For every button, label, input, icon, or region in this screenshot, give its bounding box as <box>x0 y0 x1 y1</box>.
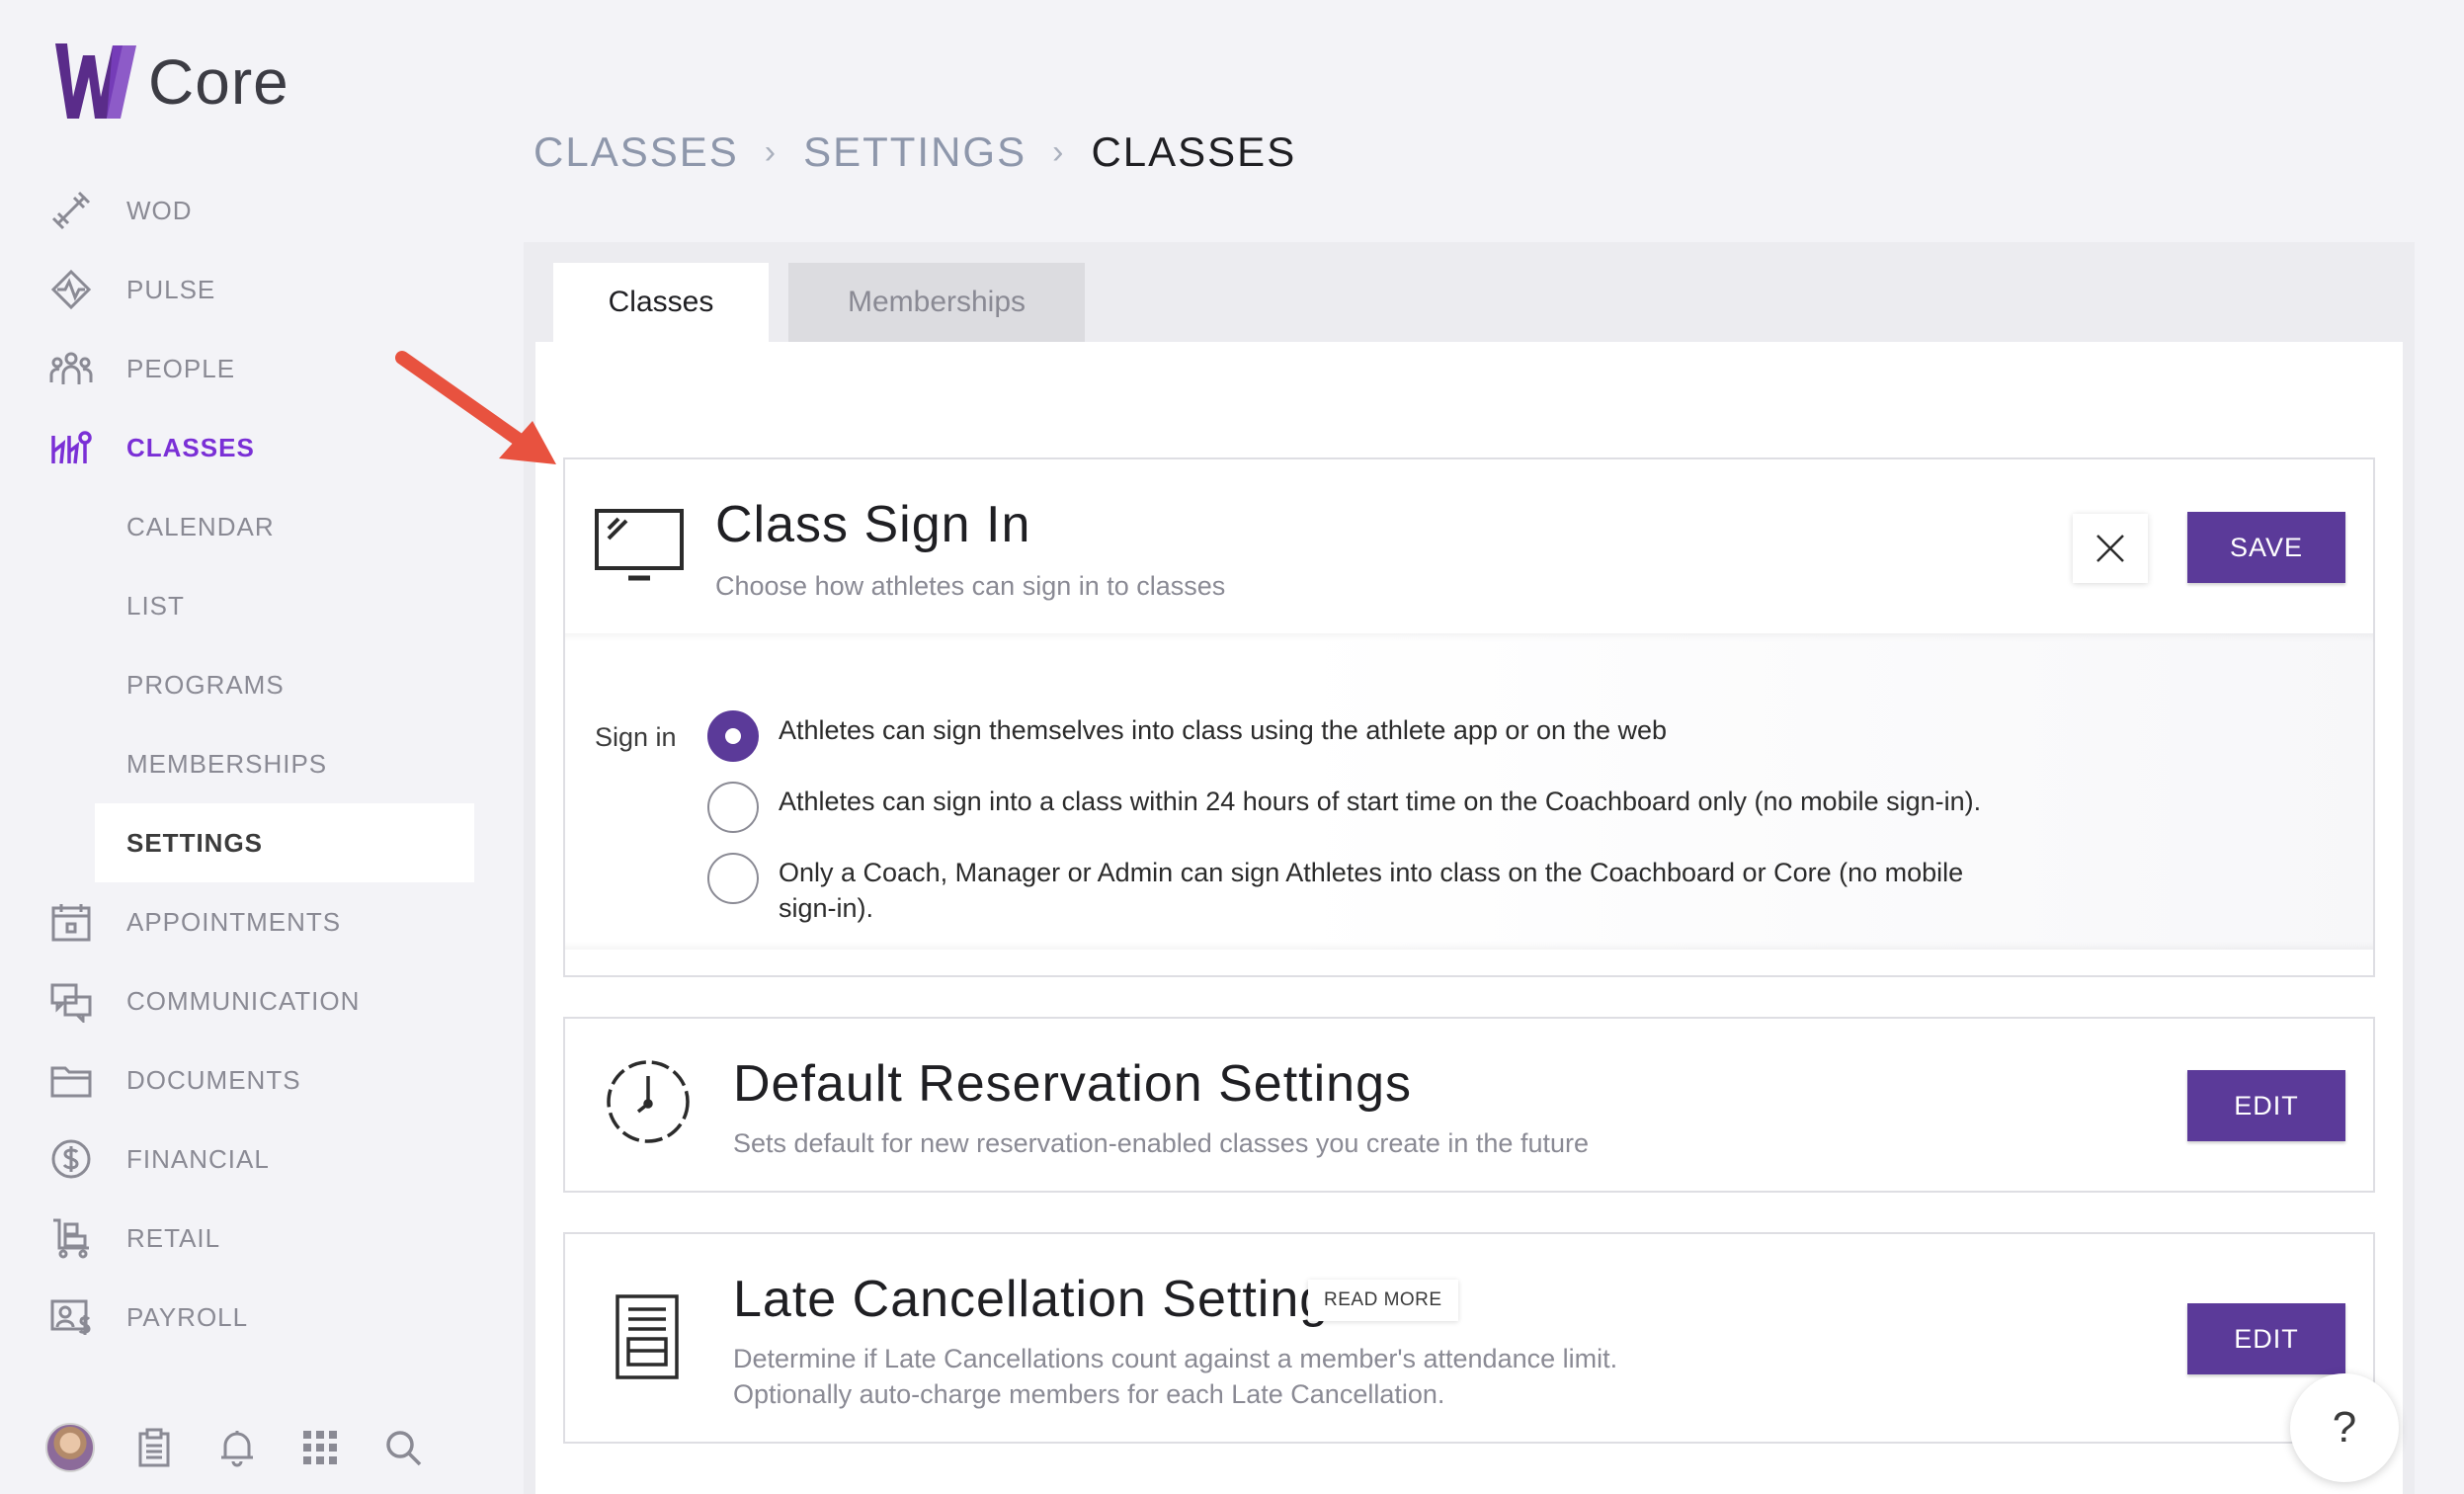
help-button[interactable]: ? <box>2290 1373 2399 1482</box>
sidebar-item-calendar[interactable]: CALENDAR <box>0 487 474 566</box>
late-cancellation-card: Late Cancellation Settings READ MORE Det… <box>563 1232 2375 1444</box>
edit-button[interactable]: EDIT <box>2187 1303 2345 1374</box>
card-title: Class Sign In <box>715 496 1031 553</box>
chevron-right-icon: › <box>764 132 779 171</box>
card-subtitle: Sets default for new reservation-enabled… <box>733 1128 1589 1158</box>
monitor-icon <box>595 509 684 581</box>
sidebar-item-label: MEMBERSHIPS <box>126 748 328 779</box>
sidebar-item-label: RETAIL <box>126 1222 221 1253</box>
sidebar-item-label: APPOINTMENTS <box>126 906 342 937</box>
sidebar-item-programs[interactable]: PROGRAMS <box>0 645 474 724</box>
radio-label: Athletes can sign into a class within 24… <box>779 787 1982 816</box>
sidebar-item-pulse[interactable]: PULSE <box>0 250 474 329</box>
bell-icon[interactable] <box>213 1424 261 1471</box>
class-sign-in-card: Class Sign In Choose how athletes can si… <box>563 457 2375 977</box>
breadcrumb-current: CLASSES <box>1091 128 1297 175</box>
radio-unchecked[interactable] <box>707 853 759 904</box>
sidebar-item-label: FINANCIAL <box>126 1143 270 1174</box>
sidebar-item-communication[interactable]: COMMUNICATION <box>0 961 474 1040</box>
sidebar-item-settings[interactable]: SETTINGS <box>95 803 474 882</box>
breadcrumb-classes[interactable]: CLASSES <box>534 128 739 176</box>
sidebar-item-documents[interactable]: DOCUMENTS <box>0 1040 474 1120</box>
annotation-arrow-icon <box>395 351 556 464</box>
logo[interactable]: Core <box>51 38 289 126</box>
sidebar-item-label: CALENDAR <box>126 511 275 541</box>
dollar-icon <box>49 1137 93 1181</box>
card-title: Late Cancellation Settings <box>733 1271 1356 1328</box>
sidebar: Core WOD PULSE PEOPLE CLASSES CALENDAR L… <box>0 0 514 1494</box>
classes-icon <box>49 426 93 469</box>
sidebar-item-financial[interactable]: FINANCIAL <box>0 1120 474 1199</box>
sidebar-item-retail[interactable]: RETAIL <box>0 1199 474 1278</box>
sidebar-item-label: DOCUMENTS <box>126 1064 301 1095</box>
sign-in-option-coachboard[interactable]: Athletes can sign into a class within 24… <box>707 782 1981 833</box>
sidebar-item-memberships[interactable]: MEMBERSHIPS <box>0 724 474 803</box>
sidebar-item-label: CLASSES <box>126 432 255 462</box>
folder-icon <box>49 1058 93 1102</box>
tab-bar: Classes Memberships <box>553 263 1085 342</box>
logo-w-icon <box>55 43 136 119</box>
close-button[interactable] <box>2073 514 2148 583</box>
sign-in-label: Sign in <box>595 722 677 752</box>
search-icon[interactable] <box>379 1424 427 1471</box>
radio-checked[interactable] <box>707 710 759 762</box>
breadcrumb-settings[interactable]: SETTINGS <box>803 128 1027 176</box>
clock-icon <box>607 1060 690 1143</box>
dumbbell-icon <box>49 189 93 232</box>
sidebar-item-payroll[interactable]: PAYROLL <box>0 1278 474 1357</box>
radio-unchecked[interactable] <box>707 782 759 833</box>
calendar-icon <box>49 900 93 944</box>
document-icon <box>616 1294 679 1379</box>
avatar[interactable] <box>45 1423 95 1472</box>
radio-label: Athletes can sign themselves into class … <box>779 715 1668 745</box>
logo-text: Core <box>148 46 289 118</box>
close-icon <box>2096 535 2124 562</box>
radio-label: Only a Coach, Manager or Admin can sign … <box>779 858 1964 923</box>
card-subtitle: Determine if Late Cancellations count ag… <box>733 1344 1618 1409</box>
breadcrumb: CLASSES › SETTINGS › CLASSES <box>534 128 1296 176</box>
apps-grid-icon[interactable] <box>296 1424 344 1471</box>
clipboard-icon[interactable] <box>130 1424 178 1471</box>
sidebar-item-list[interactable]: LIST <box>0 566 474 645</box>
sidebar-item-appointments[interactable]: APPOINTMENTS <box>0 882 474 961</box>
sidebar-item-label: LIST <box>126 590 185 621</box>
read-more-button[interactable]: READ MORE <box>1308 1280 1458 1321</box>
card-subtitle: Choose how athletes can sign in to class… <box>715 571 1226 601</box>
chevron-right-icon: › <box>1052 132 1066 171</box>
sidebar-item-label: WOD <box>126 195 193 225</box>
sidebar-item-label: COMMUNICATION <box>126 985 361 1016</box>
save-button[interactable]: SAVE <box>2187 512 2345 583</box>
tab-memberships[interactable]: Memberships <box>788 263 1085 342</box>
sign-in-option-app-web[interactable]: Athletes can sign themselves into class … <box>707 710 1667 762</box>
sidebar-item-wod[interactable]: WOD <box>0 171 474 250</box>
sidebar-item-label: PAYROLL <box>126 1301 249 1332</box>
sidebar-item-label: PEOPLE <box>126 353 236 383</box>
edit-button[interactable]: EDIT <box>2187 1070 2345 1141</box>
sidebar-item-label: PROGRAMS <box>126 669 285 700</box>
sidebar-item-label: SETTINGS <box>126 827 264 858</box>
sign-in-options: Sign in Athletes can sign themselves int… <box>565 633 2373 950</box>
sidebar-bottom-bar <box>45 1423 427 1472</box>
cart-icon <box>49 1216 93 1260</box>
payroll-icon <box>49 1295 93 1339</box>
sign-in-option-staff-only[interactable]: Only a Coach, Manager or Admin can sign … <box>707 853 1984 926</box>
pulse-icon <box>49 268 93 311</box>
default-reservation-card: Default Reservation Settings Sets defaul… <box>563 1017 2375 1193</box>
chat-icon <box>49 979 93 1023</box>
people-icon <box>49 347 93 390</box>
tab-classes[interactable]: Classes <box>553 263 769 342</box>
card-title: Default Reservation Settings <box>733 1055 1413 1113</box>
sidebar-item-label: PULSE <box>126 274 216 304</box>
